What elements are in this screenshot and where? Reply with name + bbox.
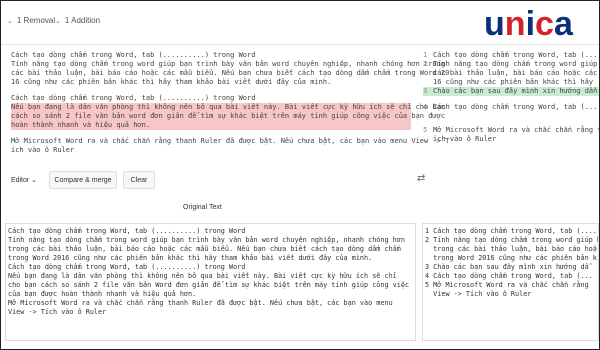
changed-line: 4 Cách tạo dòng chấm trong Word, tab (..… xyxy=(425,272,593,280)
original-text-content: Cách tạo dòng chấm trong Word, tab (....… xyxy=(8,227,410,316)
diff-line: ích vào ô Ruler xyxy=(433,135,497,143)
diff-line: các bài thảo luận, bài báo cáo hoặc các … xyxy=(11,69,450,77)
diff-line: Mở Microsoft Word ra và chắc chắn rằng t… xyxy=(11,137,450,145)
changed-text-editor[interactable]: 1 Cách tạo dòng chấm trong Word, tab (..… xyxy=(422,223,599,341)
clear-button[interactable]: Clear xyxy=(123,171,155,189)
diff-line: 16 cũng như các phiên bản khác thì hãy t… xyxy=(11,78,332,86)
diff-line: Cách tạo dòng chấm trong Word, tab (....… xyxy=(11,51,256,59)
diff-added-line: Chào các bạn sau đây mình xin hướng dẫn … xyxy=(433,87,598,95)
diff-line: Cách tạo dòng chấm trong Word, tab (....… xyxy=(11,94,256,102)
diff-line: Tính năng tạo dòng chấm trong word giúp xyxy=(433,60,598,68)
chevron-down-icon: ⌄ xyxy=(7,17,13,25)
changed-line: trong Word 2016 cũng như các phiên bản k xyxy=(425,254,597,262)
swap-icon[interactable]: ⇄ xyxy=(417,173,425,184)
chevron-down-icon: ⌄ xyxy=(55,17,61,25)
line-number: 1 xyxy=(423,51,428,59)
diff-tool-window: ⌄ 1 Removal ⌄ 1 Addition unica Cách tạo … xyxy=(0,0,600,350)
unica-logo: unica xyxy=(484,5,573,43)
changed-line: 5 Mở Microsoft Word ra và chắc chắn rằng xyxy=(425,281,589,289)
diff-line: 16 cũng như các phiên bản khác thì hãy xyxy=(433,78,594,86)
addition-summary[interactable]: ⌄ 1 Addition xyxy=(55,16,100,25)
changed-line: trong các bài thảo luận, bài báo cáo hoặ xyxy=(425,245,597,253)
addition-count: 1 Addition xyxy=(64,16,101,25)
diff-removed-line: Nếu bạn đang là dân văn phòng thì không … xyxy=(11,103,446,112)
line-number: 5 xyxy=(423,126,428,134)
line-number: 3 xyxy=(423,87,428,95)
editor-dropdown[interactable]: Editor ⌄ xyxy=(5,171,43,189)
removal-count: 1 Removal xyxy=(16,16,56,25)
compare-merge-button[interactable]: Compare & merge xyxy=(49,171,117,189)
diff-line: các bài thảo luận, bài báo cáo hoặc các … xyxy=(433,69,598,77)
diff-line: Cách tạo dòng chấm trong Word, tab (... xyxy=(433,51,598,59)
editor-toolbar: Editor ⌄ Compare & merge Clear xyxy=(1,169,599,191)
chevron-down-icon: ⌄ xyxy=(29,177,38,184)
diff-summary-bar: ⌄ 1 Removal ⌄ 1 Addition unica xyxy=(1,1,599,45)
changed-line: 2 Tính năng tạo dòng chấm trong word giú… xyxy=(425,236,599,244)
diff-line: Tính năng tạo dòng chấm trong word giúp … xyxy=(11,60,446,68)
changed-line: 1 Cách tạo dòng chấm trong Word, tab (..… xyxy=(425,227,598,235)
original-text-editor[interactable]: Cách tạo dòng chấm trong Word, tab (....… xyxy=(5,223,416,341)
original-text-label: Original Text xyxy=(183,204,222,211)
removal-summary[interactable]: ⌄ 1 Removal xyxy=(7,16,55,25)
diff-removed-line: hoàn thành nhanh và hiệu quả hơn. xyxy=(11,121,411,130)
editor-label: Editor xyxy=(10,176,30,184)
diff-line: Cách tạo dòng chấm trong Word, tab (... xyxy=(433,103,598,111)
diff-line: ích vào ô Ruler xyxy=(11,146,75,154)
diff-line: Mở Microsoft Word ra và chắc chắn rằng t… xyxy=(433,126,599,134)
line-number: 4 xyxy=(423,103,428,111)
changed-line: View -> Tích vào ô Ruler xyxy=(425,290,532,298)
changed-line: 3 Chào các bạn sau đây mình xin hướng dẫ xyxy=(425,263,589,271)
diff-removed-line: cách so sánh 2 file văn bản word đơn giả… xyxy=(11,112,446,121)
line-number: 2 xyxy=(423,60,428,68)
